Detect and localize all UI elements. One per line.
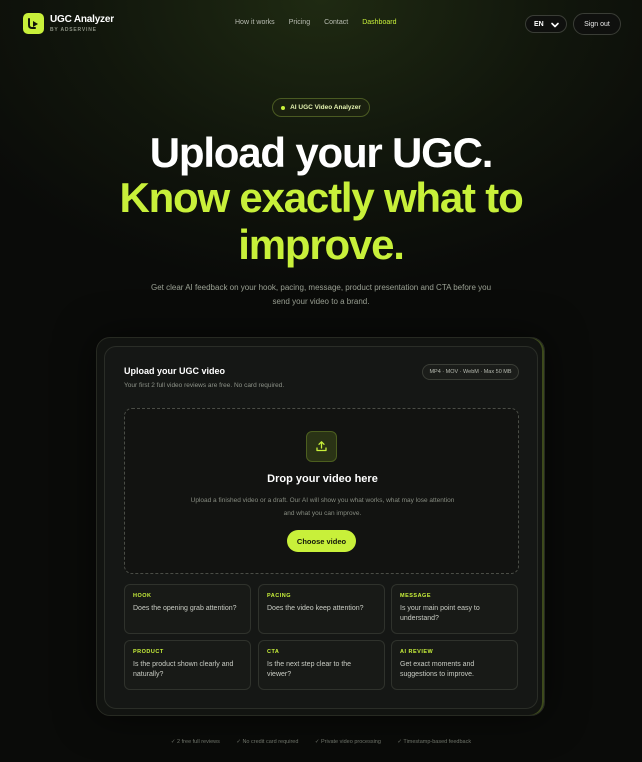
tile-text: Does the opening grab attention? [133, 605, 237, 612]
upload-icon [306, 431, 337, 462]
tile-text: Get exact moments and suggestions to imp… [400, 661, 475, 678]
badge-dot-icon [281, 105, 286, 110]
tile-label: PACING [267, 593, 291, 599]
trust-item: ✓ 2 free full reviews [170, 739, 220, 745]
tile-label: PRODUCT [133, 649, 164, 655]
trust-item: ✓ Private video processing [314, 739, 381, 745]
trust-badges: ✓ 2 free full reviews ✓ No credit card r… [0, 730, 642, 748]
logo-title: UGC Analyzer [50, 13, 114, 25]
hero-heading-line1: Upload your UGC. [149, 129, 494, 176]
hero-subtitle: Get clear AI feedback on your hook, paci… [150, 283, 492, 306]
nav-link-pricing[interactable]: Pricing [289, 19, 310, 26]
feature-tile-product: PRODUCT Is the product shown clearly and… [124, 640, 251, 690]
hero-heading-line3: improve. [238, 221, 405, 268]
nav-links: How it works Pricing Contact Dashboard [235, 19, 410, 26]
hero-badge-label: AI UGC Video Analyzer [290, 104, 361, 111]
upload-card: Upload your UGC video Your first 2 full … [104, 346, 538, 709]
trust-item: ✓ No credit card required [236, 739, 299, 745]
tile-text: Is your main point easy to understand? [400, 605, 480, 622]
feature-tile-cta: CTA Is the next step clear to the viewer… [258, 640, 385, 690]
language-select[interactable]: EN [525, 15, 567, 33]
chevron-down-icon [551, 22, 559, 28]
nav-link-contact[interactable]: Contact [324, 19, 348, 26]
top-nav: UGC Analyzer BY ADSERVINE How it works P… [0, 0, 642, 48]
logo-icon [23, 13, 44, 34]
logo-subtitle: BY ADSERVINE [50, 26, 97, 33]
nav-link-dashboard[interactable]: Dashboard [362, 19, 396, 26]
tile-label: MESSAGE [400, 593, 432, 599]
sign-out-button[interactable]: Sign out [573, 13, 621, 35]
upload-title: Upload your UGC video [124, 366, 226, 376]
language-value: EN [534, 20, 544, 28]
tile-label: HOOK [133, 593, 152, 599]
hero-badge: AI UGC Video Analyzer [272, 98, 370, 117]
tile-text: Does the video keep attention? [267, 605, 364, 612]
video-dropzone[interactable]: Drop your video here Upload a finished v… [124, 408, 519, 574]
hero-heading-line2: Know exactly what to [119, 174, 523, 221]
trust-item: ✓ Timestamp-based feedback [397, 739, 472, 745]
dropzone-title: Drop your video here [267, 473, 378, 485]
feature-tile-hook: HOOK Does the opening grab attention? [124, 584, 251, 634]
tile-label: AI REVIEW [400, 649, 434, 655]
tile-text: Is the next step clear to the viewer? [267, 661, 352, 678]
feature-tile-ai-review: AI REVIEW Get exact moments and suggesti… [391, 640, 518, 690]
formats-badge: MP4 · MOV · WebM · Max 50 MB [422, 364, 519, 380]
nav-link-how-it-works[interactable]: How it works [235, 19, 275, 26]
feature-tile-pacing: PACING Does the video keep attention? [258, 584, 385, 634]
dropzone-description: Upload a finished video or a draft. Our … [190, 497, 455, 517]
tile-label: CTA [267, 649, 280, 655]
choose-video-button[interactable]: Choose video [287, 530, 356, 552]
tile-text: Is the product shown clearly and natural… [133, 661, 234, 678]
logo[interactable]: UGC Analyzer BY ADSERVINE [23, 13, 114, 34]
feature-tile-message: MESSAGE Is your main point easy to under… [391, 584, 518, 634]
upload-subtitle: Your first 2 full video reviews are free… [124, 382, 285, 389]
